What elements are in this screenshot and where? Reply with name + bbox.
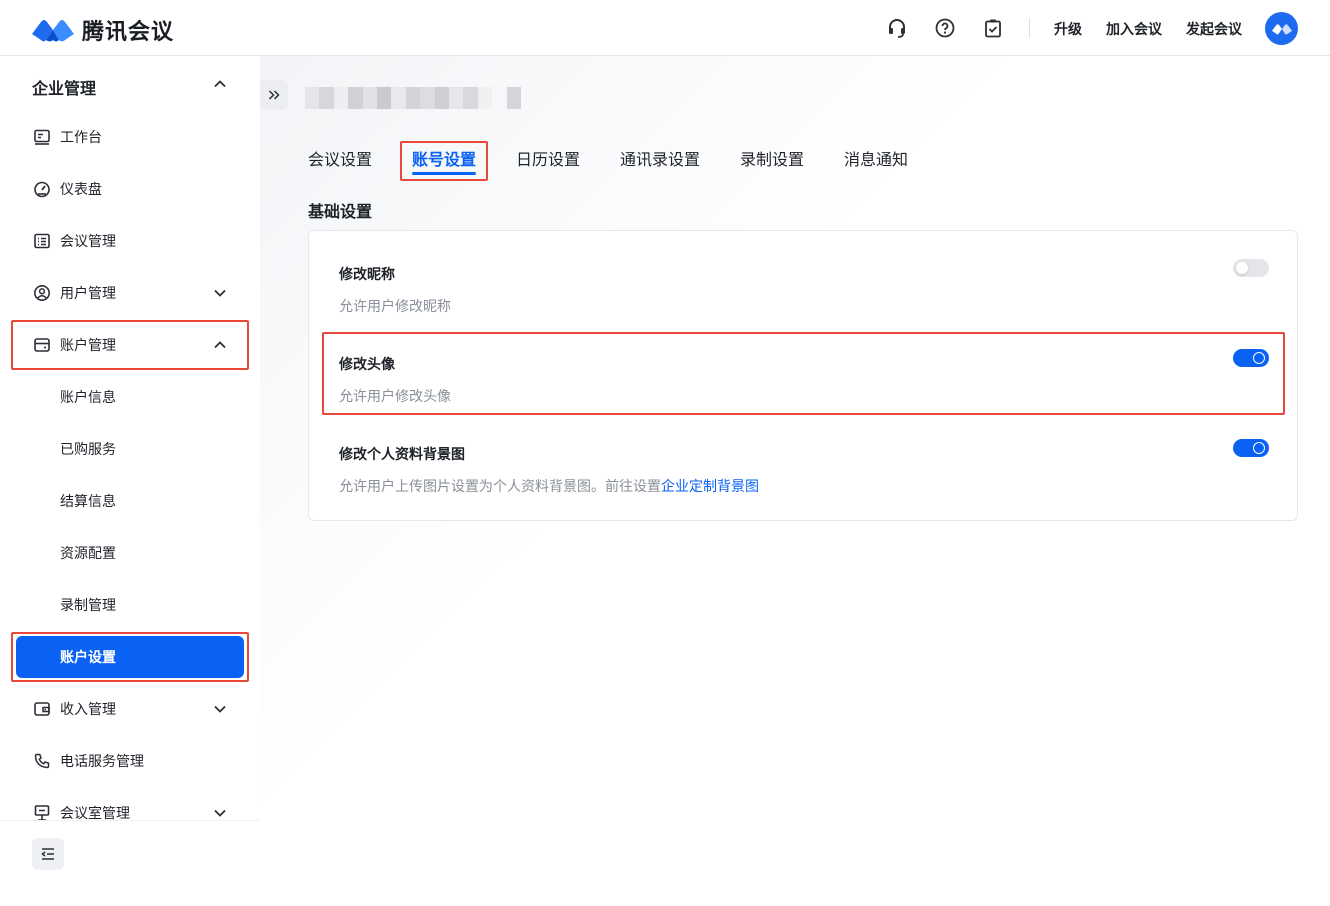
chevron-down-icon: [214, 289, 226, 297]
sidebar-item-label: 工作台: [60, 129, 102, 145]
sidebar-item-label: 仪表盘: [60, 181, 102, 197]
sidebar-subitem-purchased-services[interactable]: 已购服务: [16, 428, 244, 470]
sidebar-item-label: 电话服务管理: [60, 753, 144, 769]
avatar[interactable]: [1265, 12, 1298, 45]
sidebar-item-label: 已购服务: [60, 441, 116, 457]
setting-title: 修改个人资料背景图: [339, 446, 465, 462]
sidebar-subitem-resource-config[interactable]: 资源配置: [16, 532, 244, 574]
sidebar: 企业管理 工作台 仪表盘 会议管理 用户管理 账户管理 账户信息 已购服务 结算…: [0, 56, 260, 906]
sidebar-item-label: 结算信息: [60, 493, 116, 509]
sidebar-item-meeting-management[interactable]: 会议管理: [16, 220, 244, 262]
tab-calendar-settings[interactable]: 日历设置: [516, 146, 580, 170]
chevron-up-icon: [214, 341, 226, 349]
settings-card: 修改昵称 允许用户修改昵称 修改头像 允许用户修改头像 修改个人资料背景图 允许…: [308, 230, 1298, 521]
sidebar-item-workbench[interactable]: 工作台: [16, 116, 244, 158]
tab-message-notifications[interactable]: 消息通知: [844, 146, 908, 170]
sidebar-subitem-billing-info[interactable]: 结算信息: [16, 480, 244, 522]
sidebar-item-label: 录制管理: [60, 597, 116, 613]
setting-modify-nickname: 修改昵称 允许用户修改昵称: [339, 259, 1269, 316]
avatar-logo-icon: [1271, 23, 1292, 34]
dashboard-icon: [34, 181, 50, 198]
collapse-menu-icon: [41, 848, 54, 860]
setting-title: 修改昵称: [339, 266, 395, 282]
sidebar-footer: [0, 820, 260, 906]
account-icon: [34, 338, 50, 352]
sidebar-subitem-account-settings[interactable]: 账户设置: [16, 636, 244, 678]
setting-modify-profile-background: 修改个人资料背景图 允许用户上传图片设置为个人资料背景图。前往设置企业定制背景图: [339, 439, 1269, 496]
sidebar-item-dashboard[interactable]: 仪表盘: [16, 168, 244, 210]
meeting-list-icon: [34, 233, 50, 249]
app-title: 腾讯会议: [82, 19, 175, 44]
logo[interactable]: 腾讯会议: [30, 14, 174, 46]
upgrade-button[interactable]: 升级: [1054, 19, 1082, 39]
sidebar-item-phone-service[interactable]: 电话服务管理: [16, 740, 244, 782]
sidebar-item-user-management[interactable]: 用户管理: [16, 272, 244, 314]
tab-label: 账号设置: [412, 152, 477, 169]
sidebar-item-label: 用户管理: [60, 285, 116, 301]
setting-description: 允许用户修改昵称: [339, 298, 451, 314]
double-chevron-right-icon: [268, 90, 280, 100]
wallet-icon: [34, 702, 50, 716]
clipboard-check-icon[interactable]: [981, 16, 1005, 40]
main-content: 会议设置 账号设置 日历设置 通讯录设置 录制设置 消息通知 基础设置 修改昵称…: [260, 56, 1330, 906]
sidebar-item-label: 资源配置: [60, 545, 116, 561]
sidebar-item-label: 收入管理: [60, 701, 116, 717]
support-headset-icon[interactable]: [885, 16, 909, 40]
help-icon[interactable]: [933, 16, 957, 40]
tencent-meeting-logo-icon: [32, 20, 74, 42]
user-icon: [34, 285, 50, 301]
sidebar-item-label: 会议管理: [60, 233, 116, 249]
chevron-down-icon: [214, 809, 226, 817]
setting-description: 允许用户修改头像: [339, 388, 451, 404]
sidebar-item-label: 账户设置: [60, 649, 116, 665]
custom-background-link[interactable]: 企业定制背景图: [661, 478, 759, 494]
toggle-knob: [1253, 352, 1265, 364]
sidebar-item-label: 账户管理: [60, 337, 116, 353]
setting-title: 修改头像: [339, 356, 395, 372]
toggle-knob: [1236, 262, 1248, 274]
expand-button[interactable]: [260, 80, 288, 110]
start-meeting-button[interactable]: 发起会议: [1186, 19, 1242, 39]
tab-meeting-settings[interactable]: 会议设置: [308, 146, 372, 170]
setting-description-text: 允许用户上传图片设置为个人资料背景图。前往设置: [339, 478, 661, 494]
nickname-toggle[interactable]: [1233, 259, 1269, 277]
active-tab-indicator: [412, 172, 477, 175]
tab-account-settings[interactable]: 账号设置: [412, 146, 477, 175]
sidebar-subitem-account-info[interactable]: 账户信息: [16, 376, 244, 418]
tab-contacts-settings[interactable]: 通讯录设置: [620, 146, 700, 170]
workbench-icon: [34, 129, 50, 145]
sidebar-subitem-recording-management[interactable]: 录制管理: [16, 584, 244, 626]
top-bar: 腾讯会议 升级 加入会议 发起会议: [0, 0, 1330, 56]
sidebar-item-revenue-management[interactable]: 收入管理: [16, 688, 244, 730]
collapse-sidebar-button[interactable]: [32, 838, 64, 870]
header-divider: [1029, 18, 1030, 38]
sidebar-item-account-management[interactable]: 账户管理: [16, 324, 244, 366]
tab-recording-settings[interactable]: 录制设置: [740, 146, 804, 170]
setting-description: 允许用户上传图片设置为个人资料背景图。前往设置企业定制背景图: [339, 476, 1269, 496]
avatar-toggle[interactable]: [1233, 349, 1269, 367]
join-meeting-button[interactable]: 加入会议: [1106, 19, 1162, 39]
pixelated-account-name: [305, 87, 522, 109]
section-title: 基础设置: [308, 204, 373, 221]
chevron-down-icon: [214, 705, 226, 713]
sidebar-section-title[interactable]: 企业管理: [32, 75, 96, 99]
profile-background-toggle[interactable]: [1233, 439, 1269, 457]
chevron-up-icon[interactable]: [212, 76, 228, 92]
toggle-knob: [1253, 442, 1265, 454]
sidebar-item-label: 账户信息: [60, 389, 116, 405]
phone-icon: [34, 753, 50, 769]
setting-modify-avatar: 修改头像 允许用户修改头像: [339, 349, 1269, 406]
